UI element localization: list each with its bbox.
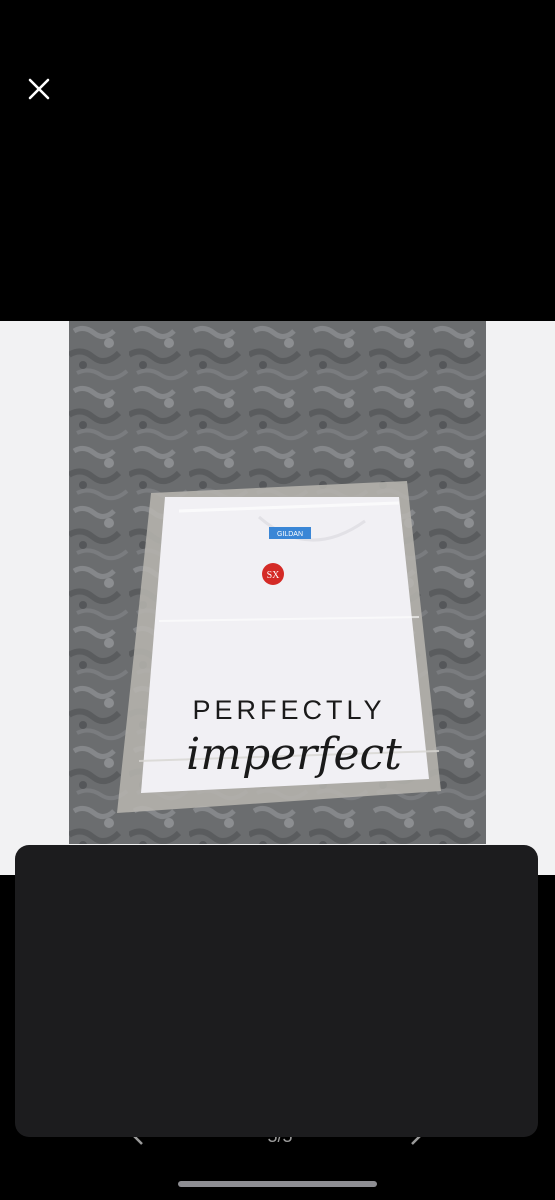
home-indicator[interactable] (178, 1181, 377, 1187)
brand-tag-text: GILDAN (277, 531, 303, 538)
size-sticker-text: SX (267, 570, 281, 581)
close-icon (28, 78, 50, 100)
viewer-top-bar (0, 0, 555, 321)
product-photo: GILDAN SX PERFECTLY imperfect (69, 321, 486, 844)
close-button[interactable] (22, 72, 56, 106)
print-line1: PERFECTLY (192, 695, 385, 725)
bottom-sheet[interactable] (15, 845, 538, 1137)
print-line2: imperfect (186, 729, 402, 780)
